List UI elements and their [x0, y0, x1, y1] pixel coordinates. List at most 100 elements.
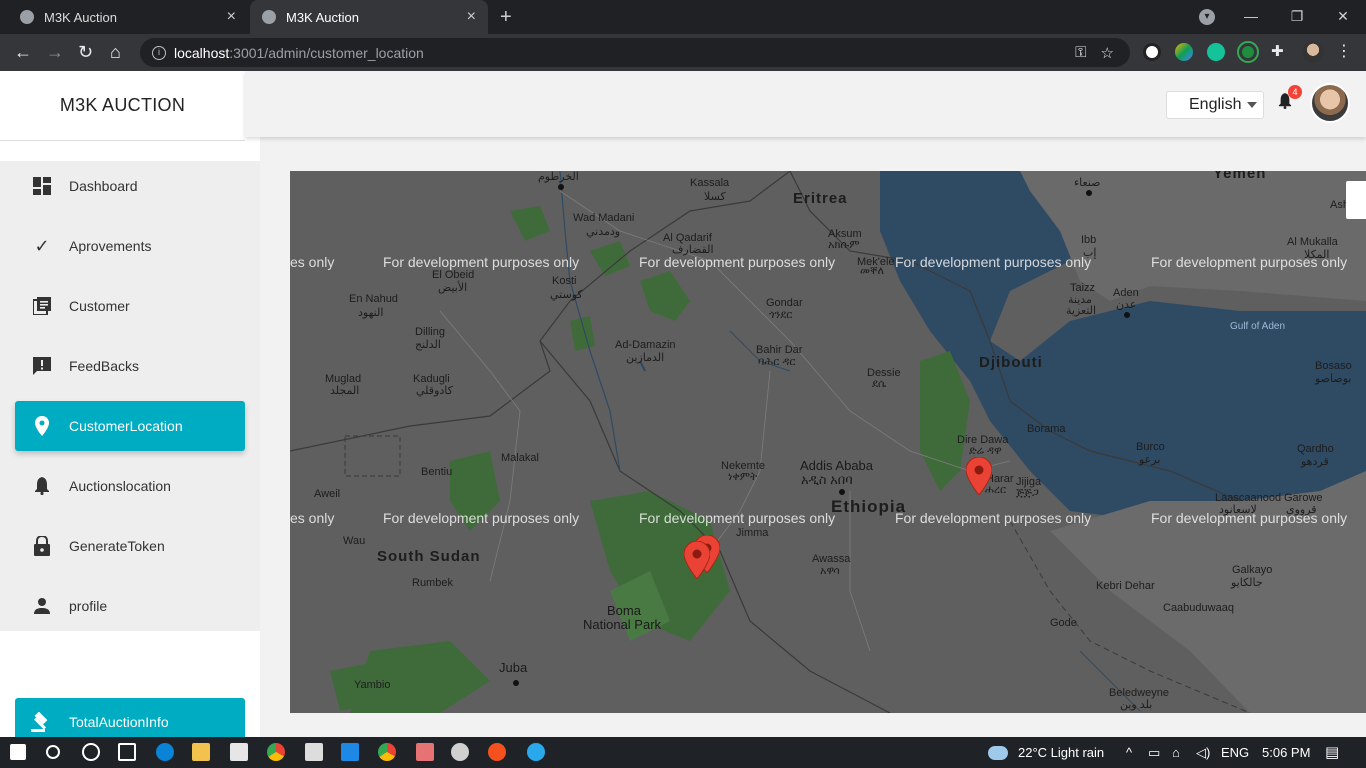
- tab-search-icon[interactable]: ▾: [1199, 9, 1215, 25]
- map-label-city: الأبيض: [438, 282, 468, 294]
- map-label-city: الدلنج: [415, 339, 441, 351]
- map-label-city: Al Mukalla: [1287, 236, 1338, 248]
- volume-icon[interactable]: ◁): [1196, 745, 1210, 761]
- clock-time[interactable]: 5:06 PM: [1262, 745, 1310, 760]
- sidebar-item-feedbacks[interactable]: FeedBacks: [15, 341, 245, 391]
- close-icon[interactable]: ×: [227, 8, 236, 26]
- sidebar-item-label: CustomerLocation: [69, 418, 183, 434]
- map-watermark: For development purposes only: [895, 510, 1092, 526]
- map-label-city: ባሕር ዳር: [758, 356, 796, 368]
- map-terrain: [290, 171, 1366, 713]
- sidebar-item-customer[interactable]: Customer: [15, 281, 245, 331]
- location-marker[interactable]: [684, 541, 710, 579]
- forward-icon[interactable]: →: [46, 42, 64, 63]
- customer-location-map[interactable]: es only For development purposes only Fo…: [290, 171, 1366, 713]
- task-view-icon[interactable]: [118, 743, 136, 761]
- window-controls: — ❐ ✕: [1228, 0, 1366, 34]
- map-label-city: El Obeid: [432, 269, 475, 281]
- grammarly-icon[interactable]: [1207, 43, 1225, 61]
- map-label-city: برعو: [1139, 454, 1161, 466]
- sidebar-item-customerlocation[interactable]: CustomerLocation: [15, 401, 245, 451]
- extension-w-icon[interactable]: [1143, 43, 1161, 61]
- close-window-icon[interactable]: ✕: [1320, 0, 1366, 34]
- sidebar-menu: Dashboard ✓ Aprovements Customer FeedBac…: [0, 161, 260, 631]
- person-icon: [15, 598, 69, 614]
- postman-icon[interactable]: [488, 743, 506, 761]
- fullscreen-button[interactable]: [1346, 181, 1366, 219]
- sidebar-item-label: Aprovements: [69, 238, 152, 254]
- minimize-icon[interactable]: —: [1228, 0, 1274, 34]
- map-label-city: Gondar: [766, 297, 803, 309]
- check-icon: ✓: [34, 235, 50, 256]
- new-tab-icon[interactable]: +: [500, 6, 512, 29]
- menu-kebab-icon[interactable]: ⋮: [1336, 41, 1354, 60]
- battery-icon[interactable]: ▭: [1148, 745, 1160, 761]
- library-books-icon: [15, 297, 69, 315]
- profile-avatar-icon[interactable]: [1302, 41, 1324, 63]
- map-watermark: For development purposes only: [383, 254, 580, 270]
- mail-icon[interactable]: [230, 743, 248, 761]
- security-icon[interactable]: [305, 743, 323, 761]
- map-label-city: قردهو: [1301, 456, 1329, 468]
- map-watermark: es only: [290, 254, 335, 270]
- sidebar-item-profile[interactable]: profile: [15, 581, 245, 631]
- cortana-icon[interactable]: [82, 743, 100, 761]
- address-bar[interactable]: i localhost:3001/admin/customer_location…: [140, 38, 1130, 67]
- restore-icon[interactable]: ❐: [1274, 0, 1320, 34]
- brand-logo[interactable]: M3K AUCTION: [0, 71, 245, 141]
- chevron-up-icon[interactable]: ^: [1126, 745, 1132, 760]
- weather-text[interactable]: 22°C Light rain: [1018, 745, 1104, 760]
- extension-ring-icon[interactable]: [1237, 41, 1259, 63]
- sidebar-item-dashboard[interactable]: Dashboard: [15, 161, 245, 211]
- chrome-icon[interactable]: [378, 743, 396, 761]
- close-icon[interactable]: ×: [467, 8, 476, 26]
- telegram-icon[interactable]: [527, 743, 545, 761]
- app-icon[interactable]: [416, 743, 434, 761]
- vscode-icon[interactable]: [341, 743, 359, 761]
- sidebar-item-auctionslocation[interactable]: Auctionslocation: [15, 461, 245, 511]
- map-watermark: For development purposes only: [895, 254, 1092, 270]
- sidebar-item-label: Customer: [69, 298, 130, 314]
- network-icon[interactable]: ⌂: [1172, 745, 1180, 760]
- tab-title: M3K Auction: [44, 9, 117, 25]
- map-label-city: Gode: [1050, 617, 1077, 629]
- sidebar-item-generatetoken[interactable]: GenerateToken: [15, 521, 245, 571]
- sidebar-item-aprovements[interactable]: ✓ Aprovements: [15, 221, 245, 271]
- site-info-icon[interactable]: i: [152, 45, 166, 60]
- back-icon[interactable]: ←: [14, 42, 32, 63]
- map-label-city: Borama: [1027, 423, 1066, 435]
- reload-icon[interactable]: ↻: [78, 42, 93, 63]
- app-page: M3K AUCTION Dashboard ✓ Aprovements Cust…: [0, 71, 1366, 746]
- notifications-icon[interactable]: ▤: [1325, 743, 1339, 761]
- feedback-icon: [15, 357, 69, 375]
- extension-color-icon[interactable]: [1175, 43, 1193, 61]
- extensions-puzzle-icon[interactable]: ✚: [1271, 42, 1289, 60]
- windows-start-icon[interactable]: [10, 744, 26, 760]
- key-icon[interactable]: ⚿: [1075, 44, 1086, 62]
- language-value: English: [1189, 96, 1242, 113]
- bookmark-star-icon[interactable]: ☆: [1101, 44, 1114, 62]
- browser-tab-bar: M3K Auction × M3K Auction × + ▾ — ❐ ✕: [0, 0, 1366, 34]
- home-icon[interactable]: ⌂: [110, 42, 121, 63]
- tab-title: M3K Auction: [286, 9, 359, 25]
- browser-tab-active[interactable]: M3K Auction ×: [250, 0, 488, 34]
- location-marker[interactable]: [966, 457, 992, 495]
- search-icon[interactable]: [46, 745, 60, 759]
- browser-tab[interactable]: M3K Auction ×: [8, 0, 248, 34]
- input-language[interactable]: ENG: [1221, 745, 1249, 760]
- language-select[interactable]: English: [1166, 91, 1264, 119]
- sidebar-item-label: Auctionslocation: [69, 478, 171, 494]
- map-label-city: Malakal: [501, 452, 539, 464]
- browser-toolbar: ← → ↻ ⌂ i localhost:3001/admin/customer_…: [0, 34, 1366, 71]
- app-icon[interactable]: [451, 743, 469, 761]
- map-label-city: الخرطوم: [538, 171, 579, 183]
- chrome-icon[interactable]: [267, 743, 285, 761]
- url-path: :3001/admin/customer_location: [229, 44, 424, 61]
- avatar[interactable]: [1310, 83, 1350, 123]
- edge-icon[interactable]: [156, 743, 174, 761]
- map-label-city: En Nahud: [349, 293, 398, 305]
- map-label-city: Qardho: [1297, 443, 1334, 455]
- weather-cloud-icon[interactable]: [988, 746, 1008, 760]
- file-explorer-icon[interactable]: [192, 743, 210, 761]
- map-label-city: ደሴ: [872, 378, 887, 390]
